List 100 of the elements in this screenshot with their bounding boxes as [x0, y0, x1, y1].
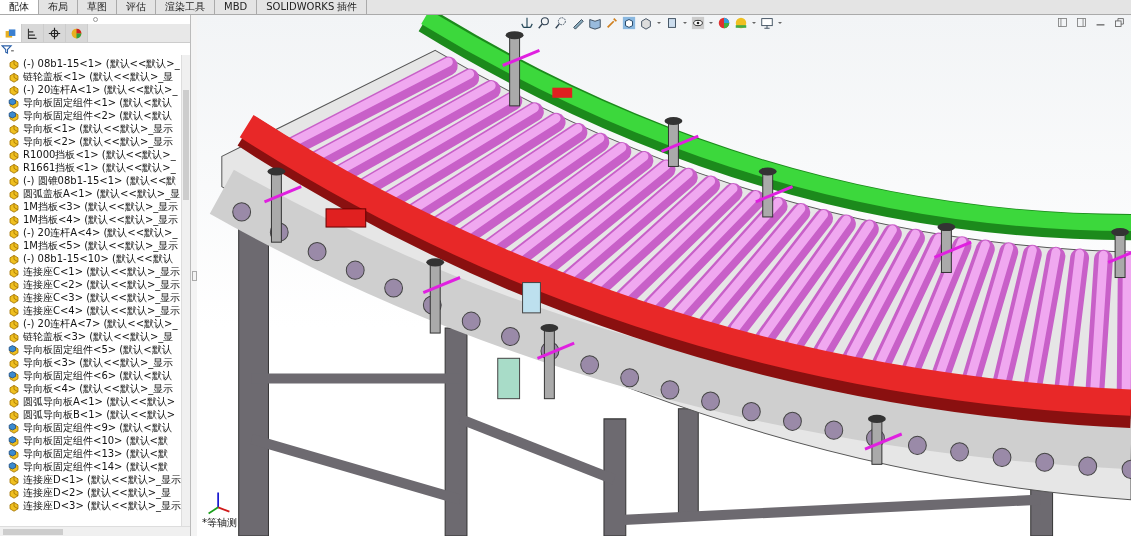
tree-item[interactable]: (-) 08b1-15<1> (默认<<默认>_ — [0, 57, 182, 70]
part-icon — [8, 252, 20, 265]
sprocket — [741, 402, 761, 422]
panel-right-icon[interactable] — [1076, 17, 1087, 28]
part-icon — [8, 57, 20, 70]
caret-icon[interactable] — [751, 20, 757, 26]
sprocket — [992, 447, 1012, 468]
assembly-icon — [8, 434, 20, 447]
tree-item[interactable]: 导向板固定组件<10> (默认<默 — [0, 434, 182, 447]
part-icon — [8, 239, 20, 252]
tree-item[interactable]: (-) 圆锥08b1-15<1> (默认<<默 — [0, 174, 182, 187]
part-icon — [8, 382, 20, 395]
assembly-icon — [8, 460, 20, 473]
guide-post — [660, 117, 699, 167]
part-icon — [8, 499, 20, 512]
part-icon — [8, 187, 20, 200]
caret-icon[interactable] — [777, 20, 783, 26]
zoom-icon[interactable] — [537, 16, 551, 30]
tree-item[interactable]: 导向板固定组件<1> (默认<默认 — [0, 96, 182, 109]
scrollbar[interactable] — [181, 55, 190, 526]
panel-tab[interactable] — [44, 24, 66, 42]
part-icon — [8, 486, 20, 499]
guide-post — [864, 414, 903, 465]
command-tab[interactable]: 配体 — [0, 0, 39, 14]
tree-item[interactable]: 导向板固定组件<14> (默认<默 — [0, 460, 182, 473]
tree-item[interactable]: 链轮盖板<1> (默认<<默认>_显 — [0, 70, 182, 83]
collapse-handle-icon[interactable] — [191, 270, 197, 281]
filter-icon[interactable] — [1, 44, 14, 54]
tree-item[interactable]: 1M挡板<3> (默认<<默认>_显示 — [0, 200, 182, 213]
tree-item[interactable]: 圆弧导向板A<1> (默认<<默认> — [0, 395, 182, 408]
assembly-icon — [8, 447, 20, 460]
tree-item[interactable]: 导向板<2> (默认<<默认>_显示 — [0, 135, 182, 148]
assembly-icon — [8, 343, 20, 356]
part-icon — [8, 278, 20, 291]
tree-item[interactable]: 导向板<3> (默认<<默认>_显示 — [0, 356, 182, 369]
part-icon — [8, 148, 20, 161]
assembly-icon — [8, 421, 20, 434]
part-icon — [8, 395, 20, 408]
tree-item[interactable]: 连接座D<1> (默认<<默认>_显示 — [0, 473, 182, 486]
tree-item[interactable]: 连接座D<2> (默认<<默认>_显 — [0, 486, 182, 499]
panel-left-icon[interactable] — [1057, 17, 1068, 28]
part-icon — [8, 161, 20, 174]
sprocket — [1121, 459, 1131, 479]
color-wheel-icon — [70, 26, 83, 40]
tree-item[interactable]: 连接座C<2> (默认<<默认>_显示 — [0, 278, 182, 291]
tree-item[interactable]: 圆弧导向板B<1> (默认<<默认> — [0, 408, 182, 421]
tree-item[interactable]: R1000挡板<1> (默认<<默认>_ — [0, 148, 182, 161]
tree-item[interactable]: R1661挡板<1> (默认<<默认>_ — [0, 161, 182, 174]
tree-item[interactable]: 连接座D<3> (默认<<默认>_显示 — [0, 499, 182, 512]
scene-icon[interactable] — [734, 16, 748, 30]
view-orientation-label: *等轴测 — [202, 516, 237, 530]
tree-item[interactable]: (-) 20连杆A<1> (默认<<默认>_ — [0, 83, 182, 96]
tree-item[interactable]: 链轮盖板<3> (默认<<默认>_显 — [0, 330, 182, 343]
tree-item[interactable]: 1M挡板<4> (默认<<默认>_显示 — [0, 213, 182, 226]
mounting-plate — [522, 282, 541, 314]
sprocket — [580, 355, 600, 375]
color-ball-icon[interactable] — [717, 16, 731, 30]
anchor-icon[interactable] — [520, 16, 534, 30]
tree-item[interactable]: 导向板<4> (默认<<默认>_显示 — [0, 382, 182, 395]
tree-item[interactable]: 导向板固定组件<5> (默认<默认 — [0, 343, 182, 356]
part-icon — [8, 70, 20, 83]
part-icon — [8, 265, 20, 278]
tree-item[interactable]: (-) 20连杆A<7> (默认<<默认>_ — [0, 317, 182, 330]
tree-item[interactable]: 导向板固定组件<6> (默认<默认 — [0, 369, 182, 382]
panel-tab[interactable] — [22, 24, 44, 42]
tree-item[interactable]: 导向板<1> (默认<<默认>_显示 — [0, 122, 182, 135]
crosshair-icon — [48, 26, 61, 40]
monitor-icon[interactable] — [760, 16, 774, 30]
cube-icon[interactable] — [622, 16, 636, 30]
part-icon — [8, 330, 20, 343]
box-icon[interactable] — [665, 16, 679, 30]
bracket — [325, 208, 367, 228]
sprocket — [783, 411, 802, 431]
mounting-plate — [497, 357, 521, 400]
eye-icon[interactable] — [691, 16, 705, 30]
assembly-icon — [8, 369, 20, 382]
tree-item[interactable]: 连接座C<4> (默认<<默认>_显示 — [0, 304, 182, 317]
sprocket — [307, 242, 327, 262]
tree-item[interactable]: 导向板固定组件<2> (默认<默认 — [0, 109, 182, 122]
tree-item[interactable]: (-) 08b1-15<10> (默认<<默认 — [0, 252, 182, 265]
axis-triad-icon — [206, 490, 232, 516]
tree-item[interactable]: 连接座C<1> (默认<<默认>_显示 — [0, 265, 182, 278]
tree-item[interactable]: 导向板固定组件<9> (默认<默认 — [0, 421, 182, 434]
zoom-area-icon[interactable] — [554, 16, 568, 30]
tree-item[interactable]: 1M挡板<5> (默认<<默认>_显示 — [0, 239, 182, 252]
tree-item[interactable]: 圆弧盖板A<1> (默认<<默认>_显 — [0, 187, 182, 200]
part-icon — [8, 291, 20, 304]
tree-item[interactable]: 连接座C<3> (默认<<默认>_显示 — [0, 291, 182, 304]
scrollbar[interactable] — [0, 526, 190, 536]
tree-item[interactable]: 导向板固定组件<13> (默认<默 — [0, 447, 182, 460]
part-icon — [8, 83, 20, 96]
caret-icon[interactable] — [682, 20, 688, 26]
caret-icon[interactable] — [656, 20, 662, 26]
sprocket — [950, 442, 969, 462]
tree-item[interactable]: (-) 20连杆A<4> (默认<<默认>_ — [0, 226, 182, 239]
part-icon — [8, 408, 20, 421]
sprocket — [461, 311, 481, 331]
sprocket — [824, 420, 844, 440]
restore-icon[interactable] — [1114, 17, 1125, 28]
caret-icon[interactable] — [708, 20, 714, 26]
